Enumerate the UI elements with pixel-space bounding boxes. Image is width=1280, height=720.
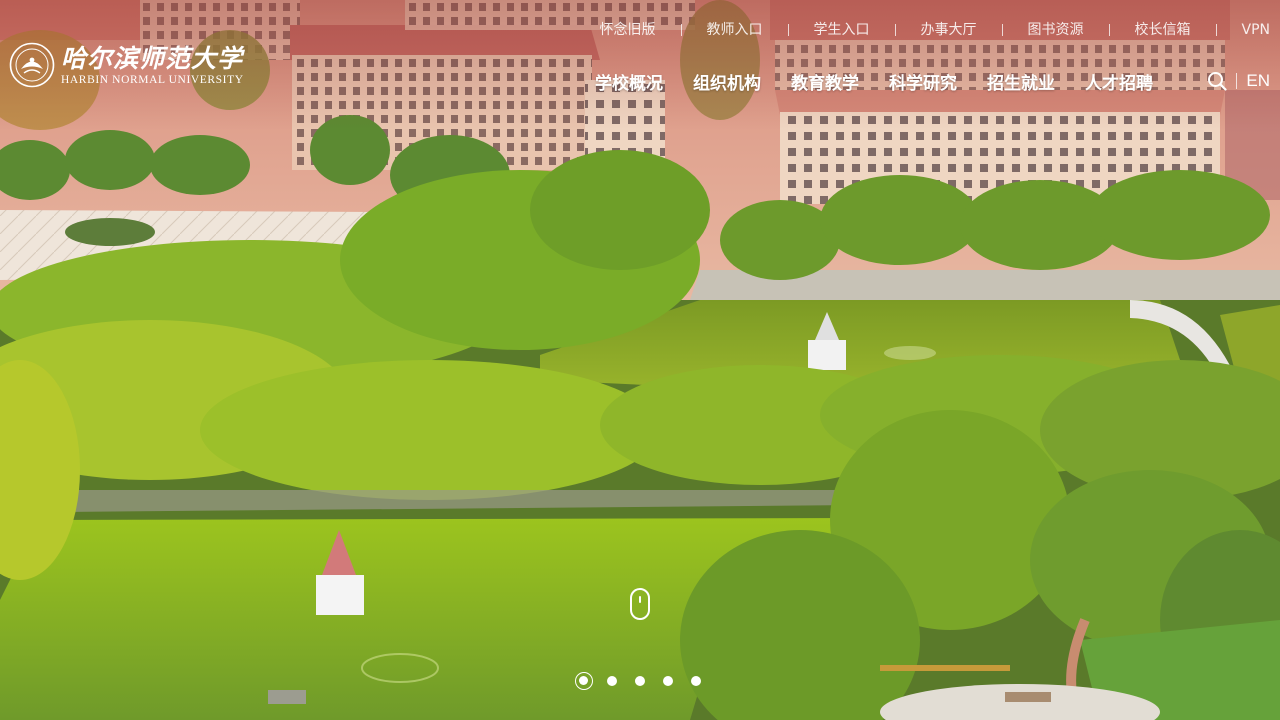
link-teacher-portal[interactable]: 教师入口 <box>707 19 763 41</box>
link-old-version[interactable]: 怀念旧版 <box>600 19 656 41</box>
main-navigation: 学校概况 组织机构 教育教学 科学研究 招生就业 人才招聘 <box>595 68 1153 94</box>
utility-divider <box>680 24 682 36</box>
logo-wordmark: 哈尔滨师范大学 HARBIN NORMAL UNIVERSITY <box>61 44 244 87</box>
logo-english-name: HARBIN NORMAL UNIVERSITY <box>61 73 244 86</box>
nav-organization[interactable]: 组织机构 <box>693 69 761 94</box>
university-emblem-icon <box>9 42 55 88</box>
link-vpn[interactable]: VPN <box>1242 19 1271 41</box>
link-student-portal[interactable]: 学生入口 <box>814 19 870 41</box>
mouse-wheel <box>639 596 641 603</box>
university-logo[interactable]: 哈尔滨师范大学 HARBIN NORMAL UNIVERSITY <box>9 40 244 90</box>
mouse-scroll-icon[interactable] <box>630 588 650 620</box>
link-president-mailbox[interactable]: 校长信箱 <box>1135 19 1191 41</box>
carousel-dot-2[interactable] <box>607 676 617 686</box>
nav-education-teaching[interactable]: 教育教学 <box>791 69 859 94</box>
search-icon <box>1208 72 1227 91</box>
nav-tools: EN <box>1206 68 1270 94</box>
search-button[interactable] <box>1206 70 1228 92</box>
utility-divider <box>1001 24 1003 36</box>
utility-divider <box>1215 24 1217 36</box>
link-service-hall[interactable]: 办事大厅 <box>921 19 977 41</box>
nav-school-overview[interactable]: 学校概况 <box>595 69 663 94</box>
carousel-dot-5[interactable] <box>691 676 701 686</box>
language-switch-button[interactable]: EN <box>1246 71 1270 91</box>
utility-links-bar: 怀念旧版 教师入口 学生入口 办事大厅 图书资源 校长信箱 VPN <box>600 19 1280 41</box>
carousel-dot-4[interactable] <box>663 676 673 686</box>
carousel-dot-3[interactable] <box>635 676 645 686</box>
utility-divider <box>787 24 789 36</box>
nav-admissions-employment[interactable]: 招生就业 <box>987 69 1055 94</box>
nav-talent-recruitment[interactable]: 人才招聘 <box>1085 69 1153 94</box>
link-library-resources[interactable]: 图书资源 <box>1028 19 1084 41</box>
nav-scientific-research[interactable]: 科学研究 <box>889 69 957 94</box>
utility-divider <box>1108 24 1110 36</box>
tools-divider <box>1236 73 1238 89</box>
logo-chinese-name: 哈尔滨师范大学 <box>61 43 244 73</box>
carousel-dot-1[interactable] <box>575 672 593 690</box>
carousel-pagination <box>575 672 719 690</box>
utility-divider <box>894 24 896 36</box>
